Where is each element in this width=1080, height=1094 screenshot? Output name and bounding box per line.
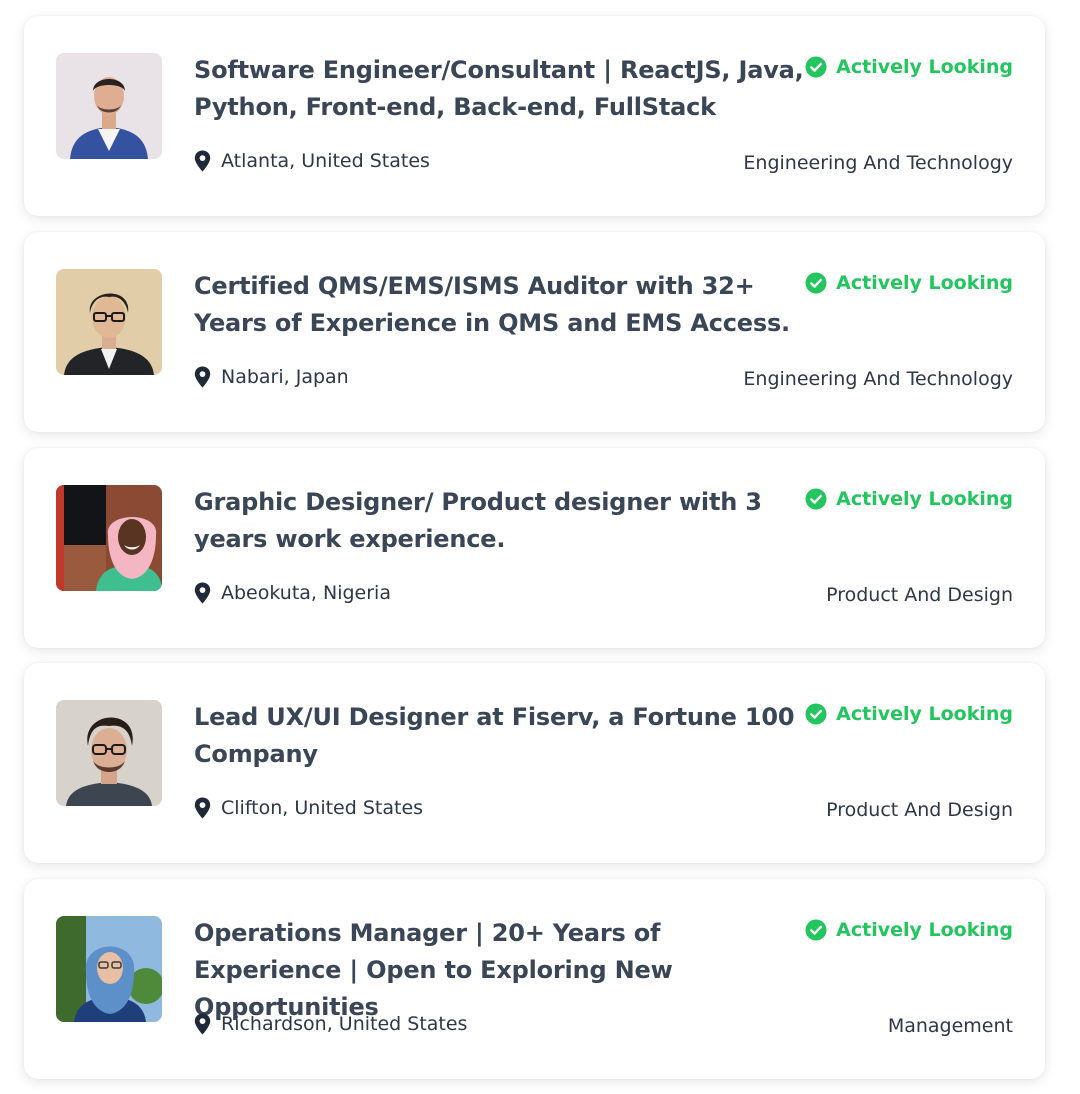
category-label: Engineering And Technology	[743, 152, 1013, 174]
candidate-title[interactable]: Operations Manager | 20+ Years of Experi…	[194, 915, 814, 1026]
map-pin-icon	[194, 1013, 211, 1035]
location-label: Abeokuta, Nigeria	[221, 582, 391, 604]
status-label: Actively Looking	[836, 56, 1013, 78]
location-label: Clifton, United States	[221, 797, 424, 819]
status-badge: Actively Looking	[805, 703, 1013, 725]
location: Nabari, Japan	[194, 366, 349, 388]
status-badge: Actively Looking	[805, 272, 1013, 294]
woman-in-pink-hijab-photo-icon	[56, 485, 162, 591]
man-in-blue-suit-photo-icon	[56, 53, 162, 159]
woman-in-blue-hijab-photo-icon	[56, 916, 162, 1022]
avatar[interactable]	[56, 700, 162, 806]
man-with-glasses-photo-icon	[56, 269, 162, 375]
candidate-card[interactable]: Operations Manager | 20+ Years of Experi…	[24, 879, 1045, 1079]
avatar[interactable]	[56, 53, 162, 159]
candidate-card[interactable]: Software Engineer/Consultant | ReactJS, …	[24, 16, 1045, 216]
location: Abeokuta, Nigeria	[194, 582, 391, 604]
status-badge: Actively Looking	[805, 919, 1013, 941]
avatar[interactable]	[56, 269, 162, 375]
candidate-card[interactable]: Lead UX/UI Designer at Fiserv, a Fortune…	[24, 663, 1045, 863]
check-circle-icon	[805, 488, 827, 510]
check-circle-icon	[805, 56, 827, 78]
location: Clifton, United States	[194, 797, 423, 819]
status-label: Actively Looking	[836, 488, 1013, 510]
category-label: Engineering And Technology	[743, 368, 1013, 390]
check-circle-icon	[805, 272, 827, 294]
map-pin-icon	[194, 797, 211, 819]
candidate-title[interactable]: Graphic Designer/ Product designer with …	[194, 484, 814, 558]
status-label: Actively Looking	[836, 703, 1013, 725]
status-label: Actively Looking	[836, 272, 1013, 294]
candidate-card[interactable]: Graphic Designer/ Product designer with …	[24, 448, 1045, 648]
location: Atlanta, United States	[194, 150, 430, 172]
location-label: Atlanta, United States	[221, 150, 430, 172]
candidate-title[interactable]: Software Engineer/Consultant | ReactJS, …	[194, 52, 814, 126]
status-badge: Actively Looking	[805, 56, 1013, 78]
status-label: Actively Looking	[836, 919, 1013, 941]
check-circle-icon	[805, 919, 827, 941]
map-pin-icon	[194, 150, 211, 172]
man-with-curly-hair-photo-icon	[56, 700, 162, 806]
avatar[interactable]	[56, 916, 162, 1022]
location-label: Richardson, United States	[221, 1013, 468, 1035]
map-pin-icon	[194, 582, 211, 604]
category-label: Product And Design	[826, 584, 1013, 606]
map-pin-icon	[194, 366, 211, 388]
location: Richardson, United States	[194, 1013, 467, 1035]
candidate-title[interactable]: Lead UX/UI Designer at Fiserv, a Fortune…	[194, 699, 814, 773]
avatar[interactable]	[56, 485, 162, 591]
category-label: Management	[887, 1015, 1013, 1037]
candidate-card[interactable]: Certified QMS/EMS/ISMS Auditor with 32+ …	[24, 232, 1045, 432]
location-label: Nabari, Japan	[221, 366, 349, 388]
candidate-list: Software Engineer/Consultant | ReactJS, …	[0, 0, 1080, 1094]
candidate-title[interactable]: Certified QMS/EMS/ISMS Auditor with 32+ …	[194, 268, 814, 342]
check-circle-icon	[805, 703, 827, 725]
category-label: Product And Design	[826, 799, 1013, 821]
status-badge: Actively Looking	[805, 488, 1013, 510]
